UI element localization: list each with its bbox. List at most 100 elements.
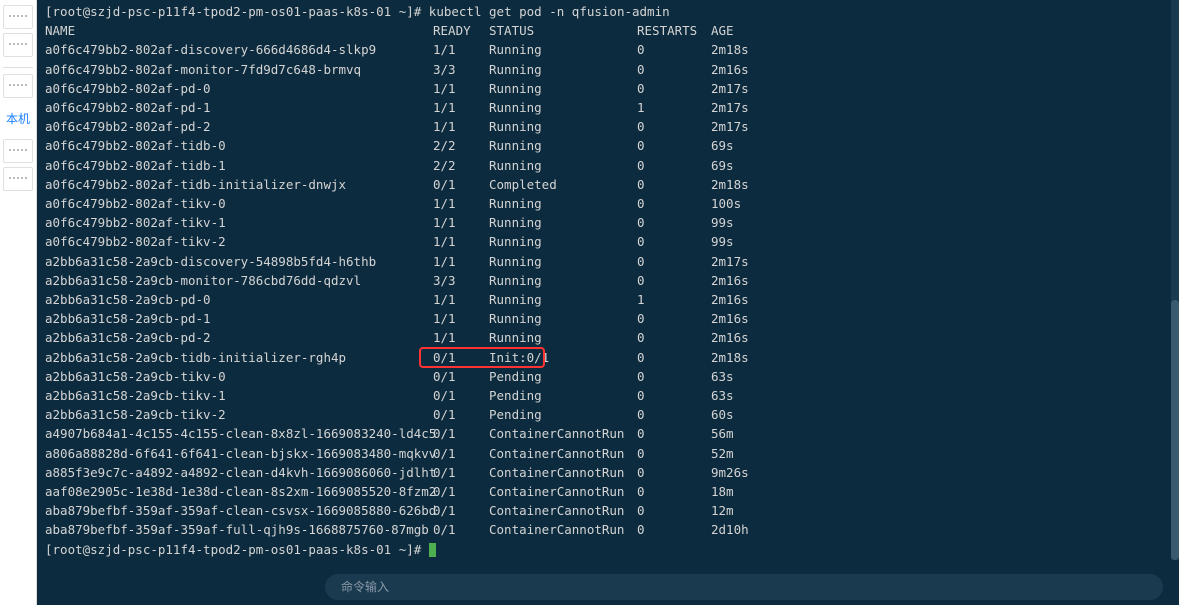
cell-ready: 3/3 [433, 271, 489, 290]
cell-restarts: 0 [637, 367, 711, 386]
cell-status: ContainerCannotRun [489, 424, 637, 443]
table-row: a2bb6a31c58-2a9cb-tidb-initializer-rgh4p… [45, 348, 1171, 367]
cell-name: a0f6c479bb2-802af-tidb-initializer-dnwjx [45, 175, 433, 194]
cell-restarts: 1 [637, 290, 711, 309]
cell-name: a2bb6a31c58-2a9cb-tikv-0 [45, 367, 433, 386]
cell-status: Running [489, 290, 637, 309]
cell-ready: 0/1 [433, 463, 489, 482]
table-row: a2bb6a31c58-2a9cb-discovery-54898b5fd4-h… [45, 252, 1171, 271]
cell-age: 2m16s [711, 328, 749, 347]
cell-status: Running [489, 328, 637, 347]
cell-restarts: 0 [637, 136, 711, 155]
scrollbar-thumb[interactable] [1171, 300, 1179, 560]
cell-status: Running [489, 309, 637, 328]
table-row: a885f3e9c7c-a4892-a4892-clean-d4kvh-1669… [45, 463, 1171, 482]
cell-status: Running [489, 136, 637, 155]
cell-status: Pending [489, 367, 637, 386]
sidebar-icon-5[interactable] [3, 167, 33, 191]
table-row: a2bb6a31c58-2a9cb-tikv-10/1Pending063s [45, 386, 1171, 405]
cell-age: 63s [711, 367, 734, 386]
cell-ready: 0/1 [433, 405, 489, 424]
cell-ready: 1/1 [433, 98, 489, 117]
cell-ready: 0/1 [433, 424, 489, 443]
cell-age: 63s [711, 386, 734, 405]
sidebar-label-local[interactable]: 本机 [6, 110, 30, 127]
cell-ready: 0/1 [433, 348, 489, 367]
cell-ready: 0/1 [433, 175, 489, 194]
table-row: a4907b684a1-4c155-4c155-clean-8x8zl-1669… [45, 424, 1171, 443]
cell-name: a4907b684a1-4c155-4c155-clean-8x8zl-1669… [45, 424, 433, 443]
cell-age: 56m [711, 424, 734, 443]
table-row: a0f6c479bb2-802af-tidb-12/2Running069s [45, 156, 1171, 175]
table-row: a0f6c479bb2-802af-pd-01/1Running02m17s [45, 79, 1171, 98]
cell-ready: 3/3 [433, 60, 489, 79]
cell-restarts: 0 [637, 194, 711, 213]
table-row: a0f6c479bb2-802af-pd-21/1Running02m17s [45, 117, 1171, 136]
header-name: NAME [45, 21, 433, 40]
table-header: NAMEREADYSTATUSRESTARTSAGE [45, 21, 1171, 40]
cell-restarts: 0 [637, 213, 711, 232]
cell-restarts: 0 [637, 232, 711, 251]
cell-status: Running [489, 98, 637, 117]
cell-name: a885f3e9c7c-a4892-a4892-clean-d4kvh-1669… [45, 463, 433, 482]
cell-status: Running [489, 79, 637, 98]
scrollbar-track[interactable] [1171, 0, 1179, 560]
cell-restarts: 0 [637, 79, 711, 98]
cell-age: 2m17s [711, 98, 749, 117]
table-row: a0f6c479bb2-802af-tidb-02/2Running069s [45, 136, 1171, 155]
cell-age: 9m26s [711, 463, 749, 482]
cell-name: aaf08e2905c-1e38d-1e38d-clean-8s2xm-1669… [45, 482, 433, 501]
table-row: a0f6c479bb2-802af-monitor-7fd9d7c648-brm… [45, 60, 1171, 79]
cell-ready: 1/1 [433, 194, 489, 213]
cell-age: 100s [711, 194, 741, 213]
command-line: [root@szjd-psc-p11f4-tpod2-pm-os01-paas-… [45, 2, 1171, 21]
cell-ready: 0/1 [433, 520, 489, 539]
command-input[interactable] [325, 574, 1163, 600]
cell-age: 69s [711, 156, 734, 175]
cell-age: 69s [711, 136, 734, 155]
cell-restarts: 0 [637, 482, 711, 501]
table-row: a2bb6a31c58-2a9cb-tikv-20/1Pending060s [45, 405, 1171, 424]
table-row: a2bb6a31c58-2a9cb-tikv-00/1Pending063s [45, 367, 1171, 386]
sidebar-icon-3[interactable] [3, 74, 33, 98]
cell-age: 2m18s [711, 348, 749, 367]
cell-restarts: 0 [637, 463, 711, 482]
cell-status: ContainerCannotRun [489, 463, 637, 482]
terminal-container: [root@szjd-psc-p11f4-tpod2-pm-os01-paas-… [37, 0, 1179, 605]
table-row: a2bb6a31c58-2a9cb-monitor-786cbd76dd-qdz… [45, 271, 1171, 290]
cell-ready: 1/1 [433, 79, 489, 98]
cell-age: 2m16s [711, 309, 749, 328]
terminal-output[interactable]: [root@szjd-psc-p11f4-tpod2-pm-os01-paas-… [45, 0, 1171, 569]
cell-ready: 1/1 [433, 117, 489, 136]
sidebar-icon-2[interactable] [3, 33, 33, 57]
cell-restarts: 0 [637, 328, 711, 347]
table-row: a0f6c479bb2-802af-pd-11/1Running12m17s [45, 98, 1171, 117]
cell-age: 18m [711, 482, 734, 501]
cell-status: Pending [489, 405, 637, 424]
table-row: aba879befbf-359af-359af-clean-csvsx-1669… [45, 501, 1171, 520]
cell-name: a0f6c479bb2-802af-tikv-1 [45, 213, 433, 232]
cell-ready: 0/1 [433, 386, 489, 405]
cell-restarts: 0 [637, 252, 711, 271]
cell-status: ContainerCannotRun [489, 444, 637, 463]
cell-ready: 0/1 [433, 367, 489, 386]
cell-restarts: 0 [637, 156, 711, 175]
cell-age: 2m17s [711, 117, 749, 136]
cell-name: a0f6c479bb2-802af-pd-0 [45, 79, 433, 98]
cell-age: 99s [711, 213, 734, 232]
header-ready: READY [433, 21, 489, 40]
sidebar-icon-1[interactable] [3, 5, 33, 29]
cell-ready: 1/1 [433, 252, 489, 271]
cell-status: Running [489, 117, 637, 136]
cell-name: a2bb6a31c58-2a9cb-pd-1 [45, 309, 433, 328]
header-status: STATUS [489, 21, 637, 40]
cell-ready: 1/1 [433, 213, 489, 232]
cell-name: a0f6c479bb2-802af-tidb-1 [45, 156, 433, 175]
table-row: a0f6c479bb2-802af-tikv-11/1Running099s [45, 213, 1171, 232]
cell-age: 2m16s [711, 60, 749, 79]
cell-status: Running [489, 60, 637, 79]
cell-name: a2bb6a31c58-2a9cb-discovery-54898b5fd4-h… [45, 252, 433, 271]
cell-status: Pending [489, 386, 637, 405]
table-row: a2bb6a31c58-2a9cb-pd-21/1Running02m16s [45, 328, 1171, 347]
sidebar-icon-4[interactable] [3, 139, 33, 163]
